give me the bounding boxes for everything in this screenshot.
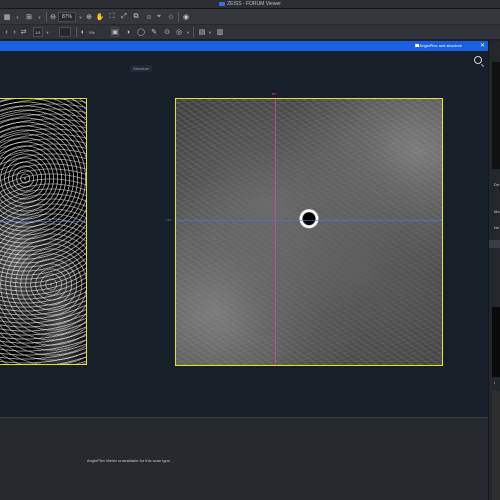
color-swatch[interactable] xyxy=(59,27,71,37)
horizontal-guide-right[interactable] xyxy=(176,220,442,221)
right-side-panel: De Ma Ne i xyxy=(488,41,500,500)
circle-tool-icon[interactable]: ◯ xyxy=(137,27,145,37)
contrast-icon[interactable]: ◑ xyxy=(124,27,132,37)
export-icon[interactable]: ▤ xyxy=(198,27,206,37)
side-thumbnail-bottom[interactable] xyxy=(492,391,500,500)
sync-icon[interactable]: ⇄ xyxy=(20,27,27,37)
angiography-texture xyxy=(0,99,86,364)
side-text-2: Ma xyxy=(494,209,500,214)
horizontal-guide-marker: 170 xyxy=(166,218,172,222)
tab-label: AngioPlex and structure xyxy=(419,43,462,48)
zoom-out-icon[interactable]: ⊖ xyxy=(49,12,57,22)
horizontal-guide-left[interactable] xyxy=(0,221,86,222)
window-title-text: ZEISS - FORUM Viewer xyxy=(227,1,281,7)
pan-hand-icon[interactable]: ✋ xyxy=(96,12,105,22)
angiography-image-left[interactable] xyxy=(0,98,87,365)
view-tab-bar: AngioPlex and structure ✕ xyxy=(0,41,488,51)
window-titlebar: ZEISS - FORUM Viewer xyxy=(0,0,500,9)
structure-image-right[interactable] xyxy=(175,98,443,366)
window-title: ZEISS - FORUM Viewer xyxy=(0,1,500,7)
tab-angioplex-structure[interactable]: AngioPlex and structure xyxy=(414,43,462,48)
vertical-guide-marker: NT xyxy=(272,92,276,96)
target-icon[interactable]: ⊙ xyxy=(163,27,171,37)
layout-icon[interactable]: ⊞ xyxy=(25,12,33,22)
layer-label: Structure xyxy=(130,65,153,72)
main-toolbar: ▦ ▼ ⊞ ▼ ⊖ 87% ▼ ⊕ ✋ ⛶ ⤢ ⧉ ☺ ⌖ ☆ ◉ xyxy=(0,9,500,25)
previous-icon[interactable]: ‹ xyxy=(3,27,10,37)
zoom-in-icon[interactable]: ⊕ xyxy=(85,12,93,22)
page-dropdown-icon[interactable]: ▼ xyxy=(44,27,50,37)
favorite-star-icon[interactable]: ☆ xyxy=(167,12,175,22)
zoom-magnifier-icon[interactable] xyxy=(474,56,482,64)
side-thumbnail-middle[interactable] xyxy=(492,307,500,377)
structure-texture xyxy=(176,99,442,365)
tab-close-icon[interactable]: ✕ xyxy=(480,42,485,49)
zoom-value[interactable]: 87% xyxy=(58,12,76,22)
layers-dropdown-icon[interactable]: ▼ xyxy=(185,27,190,37)
image-viewer[interactable]: Structure NT 170 xyxy=(0,51,488,417)
layers-icon[interactable]: ◎ xyxy=(175,27,183,37)
save-icon[interactable]: ▥ xyxy=(216,27,224,37)
annotation-icon[interactable]: ✎ xyxy=(150,27,158,37)
fit-screen-icon[interactable]: ⛶ xyxy=(108,12,116,22)
opacity-value[interactable]: 0% xyxy=(87,27,97,37)
invert-icon[interactable]: ▣ xyxy=(111,27,119,37)
grid-view-icon[interactable]: ▦ xyxy=(3,12,11,22)
next-icon[interactable]: › xyxy=(11,27,18,37)
person-icon[interactable]: ☺ xyxy=(145,12,153,22)
secondary-toolbar: ‹ › ⇄ 1/1 ▼ ◐ 0% ▣ ◑ ◯ ✎ ⊙ ◎ ▼ ▤ ▼ ▥ xyxy=(0,25,500,40)
vertical-guide-right[interactable] xyxy=(275,99,276,365)
app-logo-icon xyxy=(219,1,226,6)
page-nav-field[interactable]: 1/1 xyxy=(33,27,43,37)
metrics-unavailable-message: AngioPlex Metrix unavailable for this sc… xyxy=(87,458,171,463)
fullscreen-icon[interactable]: ⤢ xyxy=(120,12,128,22)
side-text-3: Ne xyxy=(494,225,500,230)
opacity-icon[interactable]: ◐ xyxy=(79,27,87,37)
grid-dropdown-icon[interactable]: ▼ xyxy=(13,12,21,22)
side-text-4: i xyxy=(494,380,495,385)
side-thumbnail-top[interactable] xyxy=(492,62,500,169)
metrics-panel: AngioPlex Metrix unavailable for this sc… xyxy=(0,417,488,500)
side-divider-band xyxy=(489,240,500,248)
eye-visibility-icon[interactable]: ◉ xyxy=(182,12,190,22)
measure-icon[interactable]: ⌖ xyxy=(155,12,163,22)
zoom-dropdown-icon[interactable]: ▼ xyxy=(77,12,83,22)
layout-dropdown-icon[interactable]: ▼ xyxy=(35,12,43,22)
compare-icon[interactable]: ⧉ xyxy=(132,12,140,22)
tab-chip-icon xyxy=(414,44,419,48)
side-text-1: De xyxy=(494,182,500,187)
export-dropdown-icon[interactable]: ▼ xyxy=(207,27,212,37)
